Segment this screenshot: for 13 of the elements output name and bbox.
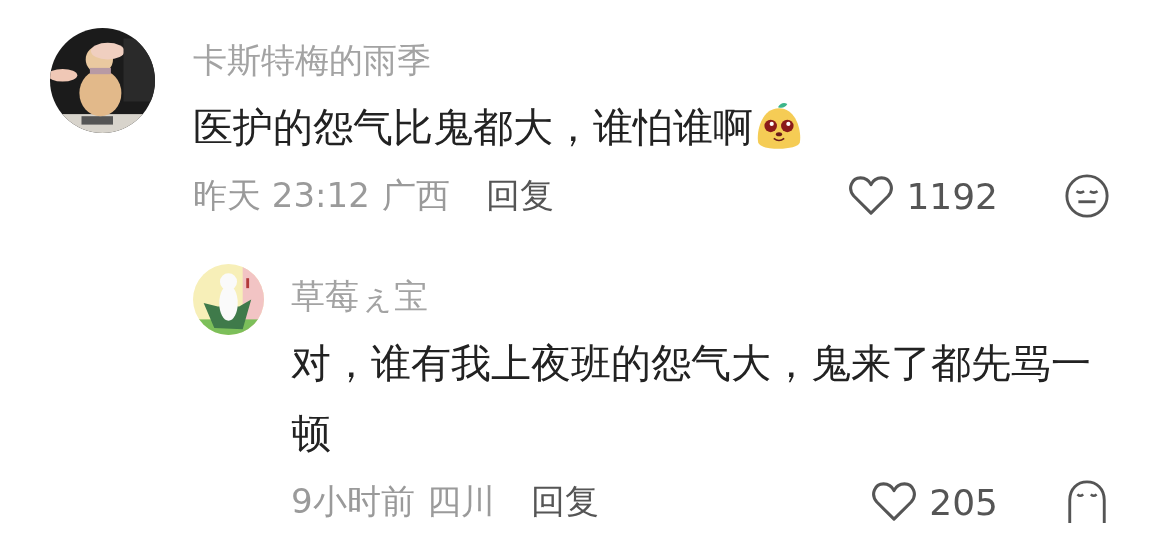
comment-location: 广西 xyxy=(381,174,450,217)
like-count: 1192 xyxy=(906,175,998,217)
comment-time: 9小时前 xyxy=(291,480,415,523)
comment-text: 对，谁有我上夜班的怨气大，鬼来了都先骂一顿 xyxy=(291,339,1092,458)
heart-icon[interactable] xyxy=(871,481,918,523)
comment-location: 四川 xyxy=(426,480,495,523)
reply-link[interactable]: 回复 xyxy=(530,479,599,525)
comment-time: 昨天 23:12 xyxy=(193,174,370,217)
like-count: 205 xyxy=(929,481,998,523)
expressionless-face-icon[interactable] xyxy=(1064,173,1110,219)
reply-link[interactable]: 回复 xyxy=(485,173,554,219)
heart-icon[interactable] xyxy=(848,175,895,217)
comment-text: 医护的怨气比鬼都大，谁怕谁啊 xyxy=(193,103,753,152)
